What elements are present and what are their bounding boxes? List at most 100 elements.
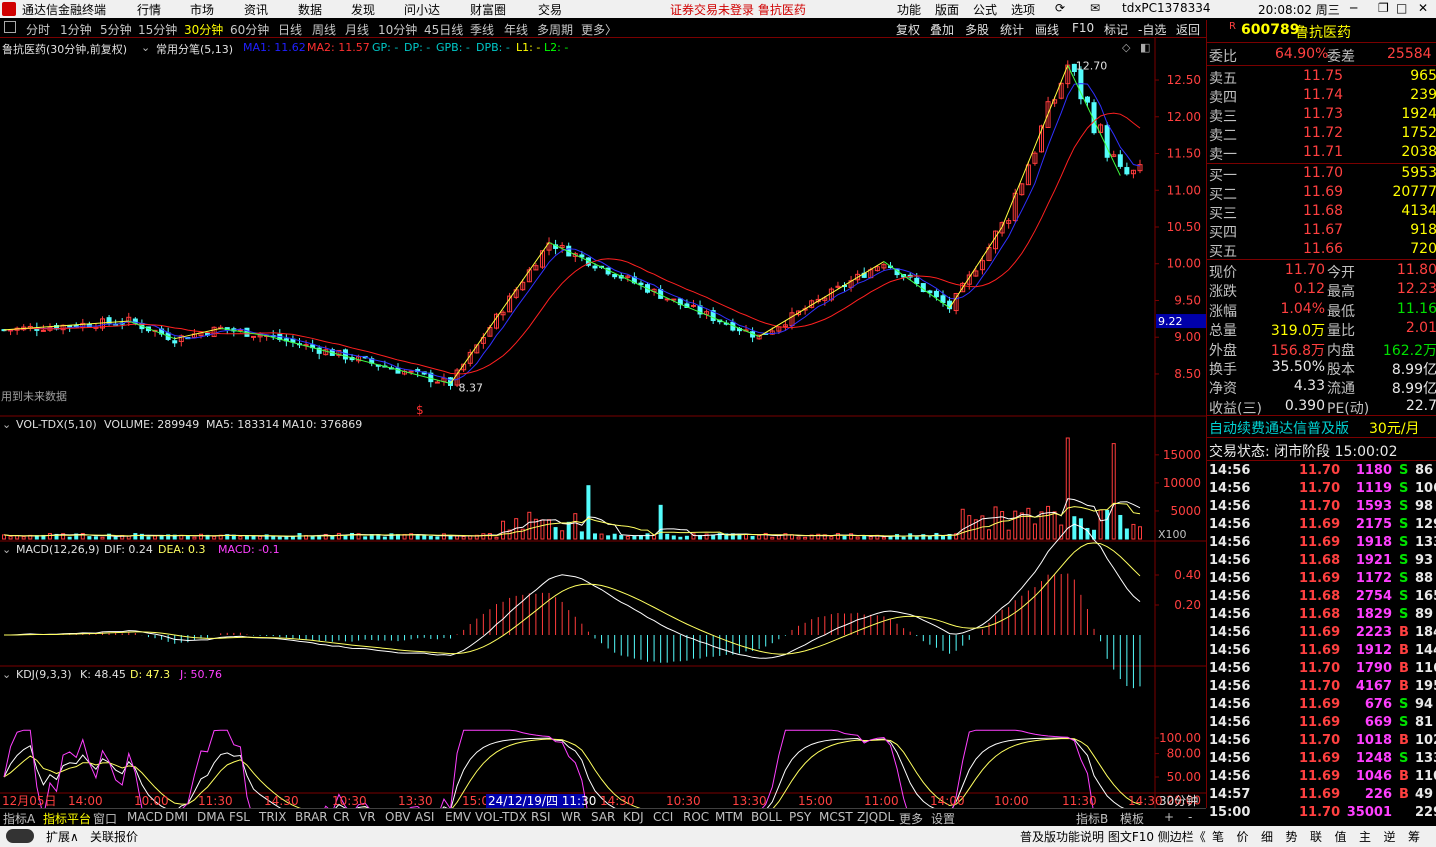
indicator-tab[interactable]: OBV <box>385 810 411 824</box>
side-tab[interactable]: 逆 <box>1384 828 1396 845</box>
indicator-tab[interactable]: PSY <box>789 810 811 824</box>
indicator-tab[interactable]: DMI <box>165 810 188 824</box>
huaxian-button[interactable]: 画线 <box>1035 21 1059 38</box>
indicator-tab[interactable]: DMA <box>197 810 225 824</box>
minimize-icon[interactable]: ─ <box>1350 1 1357 15</box>
chart-area[interactable]: 12.50 12.00 11.50 11.00 10.50 10.00 9.50 9.00 8.… <box>0 38 1206 808</box>
menu-item-banmian[interactable]: 版面 <box>935 1 959 18</box>
ad-price[interactable]: 30元/月 <box>1369 418 1420 438</box>
period-tab[interactable]: 月线 <box>345 21 369 38</box>
stock-name[interactable]: 鲁抗医药 <box>1295 22 1351 42</box>
indicator-tab[interactable]: SAR <box>591 810 615 824</box>
indicator-tab[interactable]: EMV <box>445 810 471 824</box>
kdj-chevron-icon[interactable]: ⌄ <box>2 668 11 681</box>
menu-item-hangqing[interactable]: 行情 <box>137 1 161 18</box>
indicator-tab[interactable]: 指标平台 <box>43 810 91 827</box>
expand-button[interactable]: 扩展∧ <box>46 828 79 845</box>
side-tab[interactable]: 值 <box>1335 828 1347 845</box>
maximize-icon[interactable]: □ <box>1396 1 1407 15</box>
refresh-icon[interactable]: ⟳ <box>1055 1 1065 15</box>
side-tab[interactable]: 价 <box>1237 828 1249 845</box>
indicator-tab[interactable]: KDJ <box>623 810 644 824</box>
bid-row[interactable]: 买三 11.68 4134 <box>1207 202 1436 222</box>
period-tab[interactable]: 30分钟 <box>184 21 223 38</box>
ask-row[interactable]: 卖一 11.71 2038 <box>1207 143 1436 163</box>
main-indicator-name[interactable]: 常用分笔(5,13) <box>156 41 233 57</box>
bid-row[interactable]: 买四 11.67 918 <box>1207 221 1436 241</box>
indicator-tab[interactable]: BOLL <box>751 810 782 824</box>
fanhui-button[interactable]: 返回 <box>1176 21 1200 38</box>
menu-item-caifuquan[interactable]: 财富圈 <box>470 1 506 18</box>
menu-item-gongshi[interactable]: 公式 <box>973 1 997 18</box>
indicator-tab[interactable]: FSL <box>229 810 250 824</box>
indicator-tab[interactable]: 窗口 <box>93 810 117 827</box>
login-notice[interactable]: 证券交易未登录 鲁抗医药 <box>670 1 806 18</box>
feature-notes[interactable]: 普及版功能说明 图文F10 侧边栏《 <box>1020 828 1206 845</box>
macd-chevron-icon[interactable]: ⌄ <box>2 543 11 556</box>
indicator-tab[interactable]: WR <box>561 810 581 824</box>
restore-icon[interactable]: ❐ <box>1378 1 1389 15</box>
indicator-tab[interactable]: MCST <box>819 810 853 824</box>
period-tab[interactable]: 60分钟 <box>230 21 269 38</box>
bid-row[interactable]: 买一 11.70 5953 <box>1207 164 1436 184</box>
period-tab[interactable]: 日线 <box>278 21 302 38</box>
ask-row[interactable]: 卖四 11.74 239 <box>1207 86 1436 106</box>
period-tab[interactable]: 15分钟 <box>138 21 177 38</box>
side-tab[interactable]: 筹 <box>1408 828 1420 845</box>
f10-button[interactable]: F10 <box>1072 21 1094 35</box>
bid-row[interactable]: 买二 11.69 20777 <box>1207 183 1436 203</box>
ad-row[interactable]: 自动续费通达信普及版 30元/月 <box>1207 417 1436 438</box>
stock-code[interactable]: 600789 <box>1241 22 1299 38</box>
diejia-button[interactable]: 叠加 <box>930 21 954 38</box>
indicator-tab[interactable]: MTM <box>715 810 743 824</box>
indicator-tab[interactable]: ASI <box>415 810 434 824</box>
add-pane-button[interactable]: + <box>1164 810 1174 824</box>
indicator-tab[interactable]: 更多 <box>899 810 923 827</box>
bid-row[interactable]: 买五 11.66 720 <box>1207 240 1436 260</box>
menu-item-wenxiaoda[interactable]: 问小达 <box>404 1 440 18</box>
period-tab[interactable]: 45日线 <box>424 21 463 38</box>
duogu-button[interactable]: 多股 <box>965 21 989 38</box>
side-tab[interactable]: 笔 <box>1212 828 1224 845</box>
period-tab[interactable]: 5分钟 <box>100 21 132 38</box>
indicator-tab[interactable]: BRAR <box>295 810 328 824</box>
indicator-chevron-icon[interactable]: ⌄ <box>141 41 150 54</box>
indicator-tab[interactable]: MACD <box>127 810 163 824</box>
toggle-switch-icon[interactable] <box>6 829 34 843</box>
period-tab[interactable]: 1分钟 <box>60 21 92 38</box>
sidebar-toggle-icon[interactable] <box>4 21 16 33</box>
side-tab[interactable]: 势 <box>1286 828 1298 845</box>
period-tab[interactable]: 季线 <box>470 21 494 38</box>
menu-item-faxian[interactable]: 发现 <box>351 1 375 18</box>
related-quote-button[interactable]: 关联报价 <box>90 828 138 845</box>
ask-row[interactable]: 卖二 11.72 1752 <box>1207 124 1436 144</box>
side-tab[interactable]: 联 <box>1310 828 1322 845</box>
menu-item-shichang[interactable]: 市场 <box>190 1 214 18</box>
indicator-tab[interactable]: CR <box>333 810 350 824</box>
vol-chevron-icon[interactable]: ⌄ <box>2 418 11 431</box>
menu-item-gongneng[interactable]: 功能 <box>897 1 921 18</box>
period-tab[interactable]: 更多〉 <box>581 21 617 38</box>
tongji-button[interactable]: 统计 <box>1000 21 1024 38</box>
template-tab[interactable]: 模板 <box>1120 810 1144 827</box>
period-tab[interactable]: 分时 <box>26 21 50 38</box>
period-tab[interactable]: 多周期 <box>537 21 573 38</box>
ad-text[interactable]: 自动续费通达信普及版 <box>1209 418 1349 438</box>
indicator-tab[interactable]: ZJQDL <box>857 810 894 824</box>
side-tab[interactable]: 主 <box>1359 828 1371 845</box>
menu-item-jiaoyi[interactable]: 交易 <box>538 1 562 18</box>
indicator-b-tab[interactable]: 指标B <box>1076 810 1108 827</box>
period-tab[interactable]: 周线 <box>312 21 336 38</box>
close-icon[interactable]: ✕ <box>1418 1 1428 15</box>
kdj-indicator-name[interactable]: KDJ(9,3,3) <box>16 668 72 681</box>
menu-item-xuanxiang[interactable]: 选项 <box>1011 1 1035 18</box>
indicator-tab[interactable]: VOL-TDX <box>475 810 527 824</box>
fuquan-button[interactable]: 复权 <box>896 21 920 38</box>
indicator-tab[interactable]: RSI <box>531 810 551 824</box>
menu-item-shuju[interactable]: 数据 <box>298 1 322 18</box>
vol-indicator-name[interactable]: VOL-TDX(5,10) <box>16 418 97 431</box>
panel-toggle-icon[interactable]: ◧ <box>1140 41 1150 54</box>
indicator-tab[interactable]: VR <box>359 810 376 824</box>
macd-indicator-name[interactable]: MACD(12,26,9) <box>16 543 100 556</box>
period-tab[interactable]: 10分钟 <box>378 21 417 38</box>
